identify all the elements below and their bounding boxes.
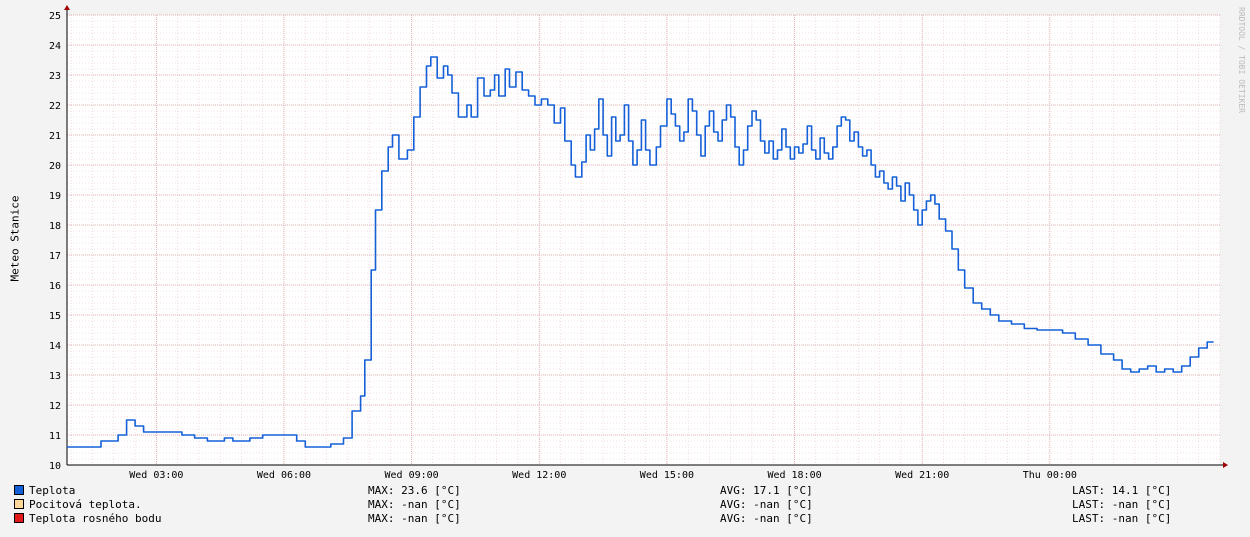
y-axis-label: Meteo Stanice <box>8 195 22 282</box>
legend-swatch <box>14 485 24 495</box>
y-tick-label: 18 <box>49 221 61 232</box>
y-tick-label: 22 <box>49 101 61 112</box>
legend-avg: AVG: -nan [°C] <box>720 498 813 511</box>
y-tick-label: 19 <box>49 191 61 202</box>
legend-max: MAX: 23.6 [°C] <box>368 484 461 497</box>
legend-max: MAX: -nan [°C] <box>368 498 461 511</box>
y-tick-label: 16 <box>49 281 61 292</box>
legend-item: Teplota rosného bodu <box>14 512 161 526</box>
chart-plot: 10 11 12 13 14 15 16 17 18 19 20 21 22 23 24 25 Wed 03:0… <box>49 5 1228 481</box>
watermark: RRDTOOL / TOBI OETIKER <box>1237 7 1246 113</box>
legend-swatch <box>14 499 24 509</box>
plot-area <box>67 15 1220 465</box>
x-tick-label: Wed 06:00 <box>257 470 311 481</box>
legend-label: Pocitová teplota. <box>29 498 142 511</box>
x-tick-label: Thu 00:00 <box>1023 470 1077 481</box>
y-tick-label: 20 <box>49 161 61 172</box>
x-tick-label: Wed 09:00 <box>385 470 439 481</box>
watermark-text: RRDTOOL / TOBI OETIKER <box>1237 7 1246 113</box>
legend-last: LAST: -nan [°C] <box>1072 498 1172 511</box>
x-tick-label: Wed 18:00 <box>767 470 821 481</box>
x-tick-label: Wed 21:00 <box>895 470 949 481</box>
legend-item: Pocitová teplota. <box>14 498 142 512</box>
y-axis-arrow <box>64 5 70 10</box>
y-tick-label: 11 <box>49 431 61 442</box>
legend-swatch <box>14 513 24 523</box>
y-tick-label: 10 <box>49 461 61 472</box>
chart: 10 11 12 13 14 15 16 17 18 19 20 21 22 23 24 25 Wed 03:0… <box>0 0 1250 533</box>
x-tick-label: Wed 12:00 <box>512 470 566 481</box>
y-tick-label: 17 <box>49 251 61 262</box>
legend-last: LAST: 14.1 [°C] <box>1072 484 1172 497</box>
y-tick-label: 21 <box>49 131 61 142</box>
legend-last: LAST: -nan [°C] <box>1072 512 1172 525</box>
y-tick-label: 12 <box>49 401 61 412</box>
legend-label: Teplota <box>29 484 76 497</box>
y-tick-label: 24 <box>49 41 61 52</box>
y-tick-label: 13 <box>49 371 61 382</box>
legend-avg: AVG: 17.1 [°C] <box>720 484 813 497</box>
legend-avg: AVG: -nan [°C] <box>720 512 813 525</box>
y-tick-label: 14 <box>49 341 61 352</box>
x-tick-label: Wed 03:00 <box>129 470 183 481</box>
x-tick-label: Wed 15:00 <box>640 470 694 481</box>
legend-item: Teplota <box>14 484 75 498</box>
x-axis-arrow <box>1223 462 1228 468</box>
y-tick-label: 15 <box>49 311 61 322</box>
legend-max: MAX: -nan [°C] <box>368 512 461 525</box>
y-tick-label: 25 <box>49 11 61 22</box>
legend-label: Teplota rosného bodu <box>29 512 162 525</box>
y-tick-label: 23 <box>49 71 61 82</box>
